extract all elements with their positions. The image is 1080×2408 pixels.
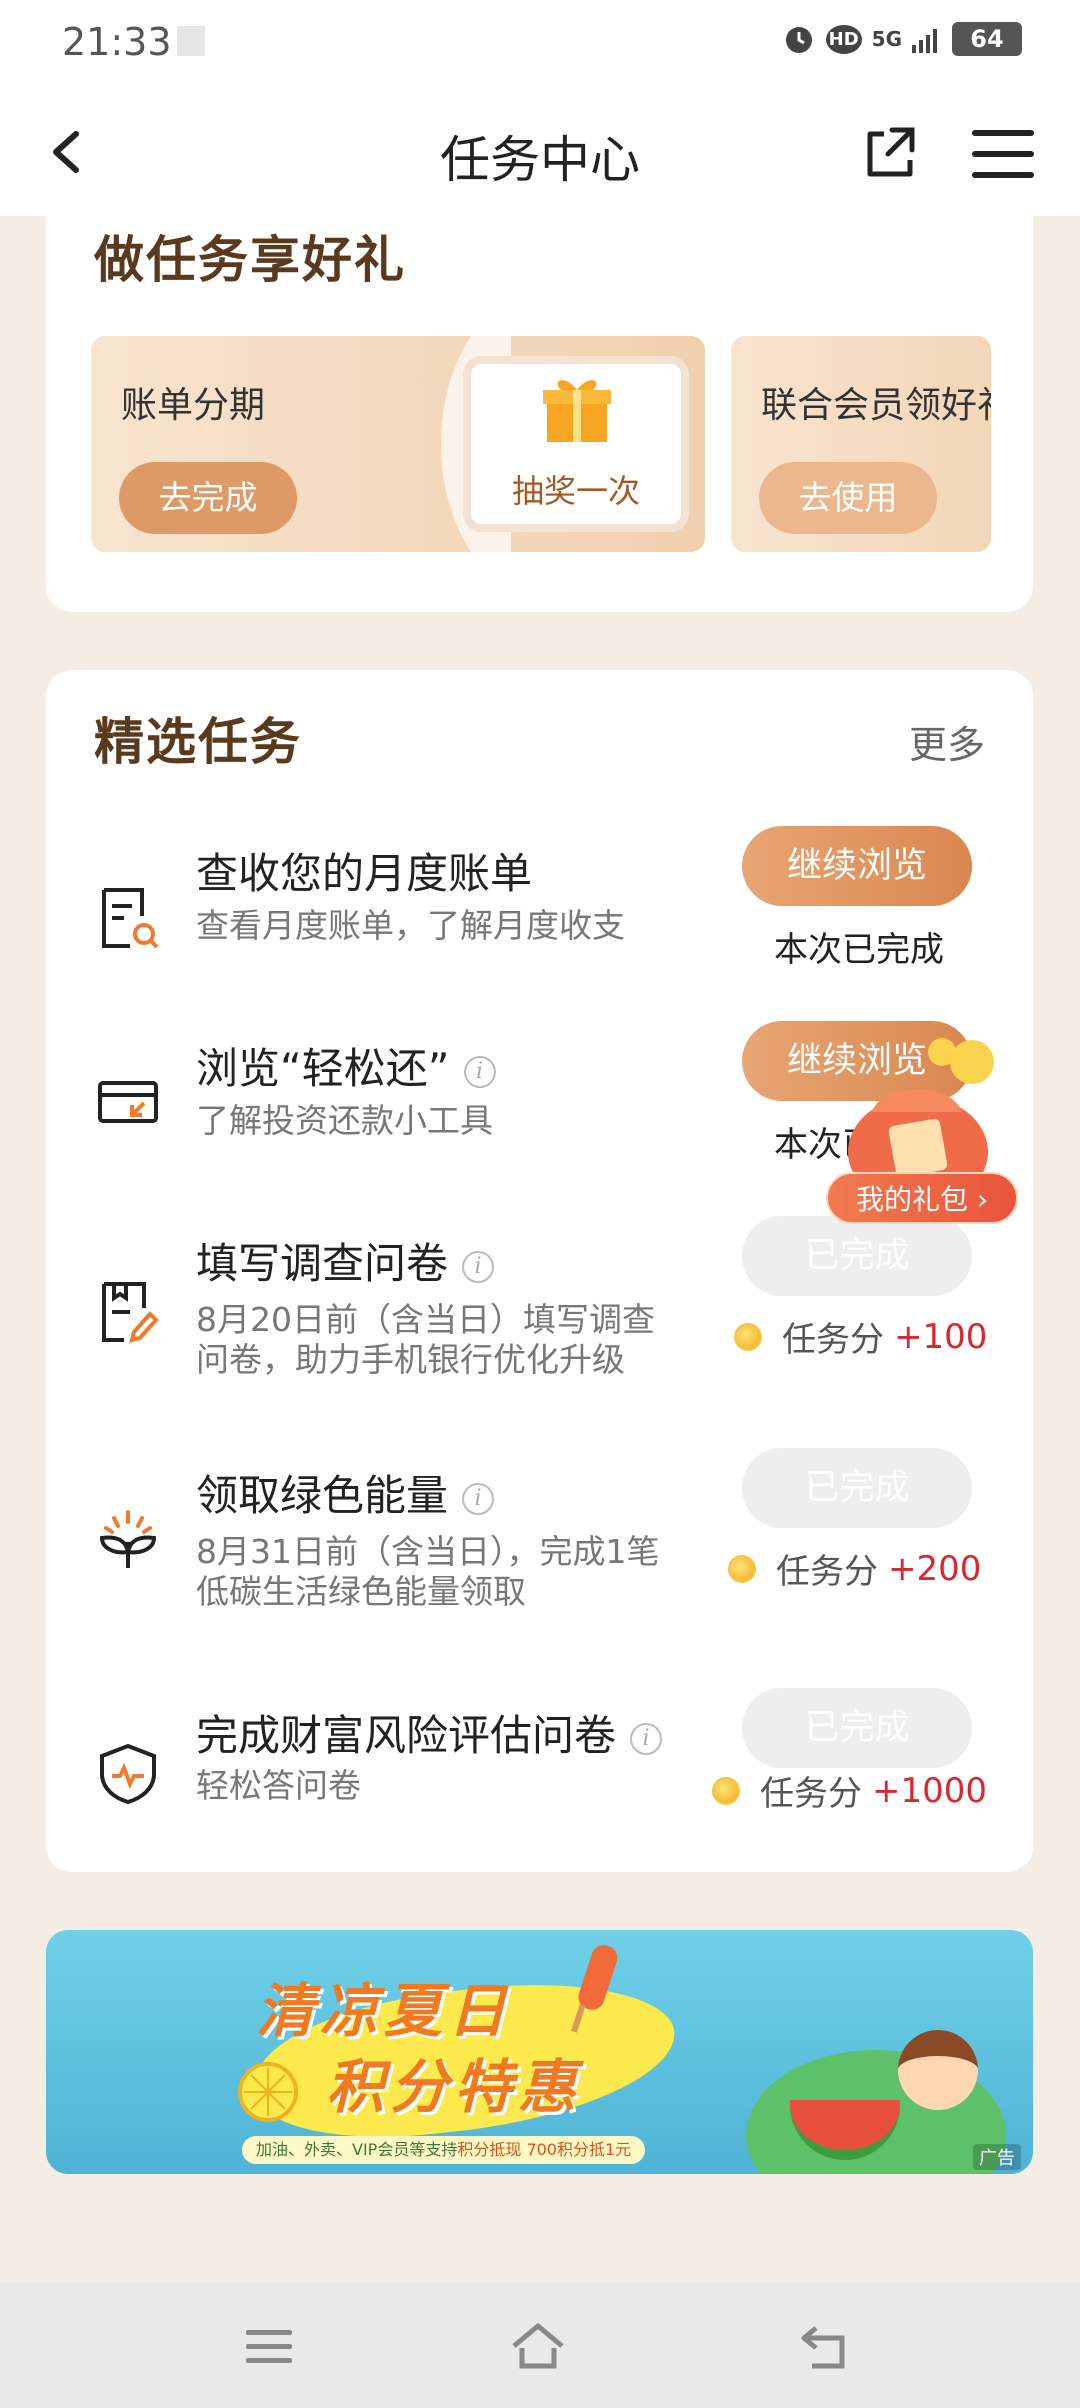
reward-value: +100 [894, 1316, 988, 1357]
system-nav-bar [0, 2282, 1080, 2408]
gift-task-card: 做任务享好礼 账单分期 去完成 抽奖一次 联合会员领好礼 去使用 [46, 200, 1033, 612]
task-title: 完成财富风险评估问卷 i [196, 1702, 663, 1763]
my-gift-pack-button[interactable]: 我的礼包 › [826, 1172, 1018, 1224]
gift-tile-name: 联合会员领好礼 [761, 385, 991, 426]
battery-icon: 64 [952, 22, 1022, 56]
banner-sub-prefix: 加油、外卖、VIP会员等支持 [256, 2140, 458, 2159]
hd-icon: HD [825, 24, 862, 54]
completed-button: 已完成 [742, 1688, 972, 1768]
task-title-text: 浏览“轻松还” [196, 1044, 450, 1093]
prize-text: 抽奖一次 [511, 472, 640, 510]
signal-bars-icon [912, 29, 937, 53]
promo-banner[interactable]: 清凉夏日 积分特惠 加油、外卖、VIP会员等支持积分抵现 700积分抵1元 广告 [46, 1930, 1033, 2174]
task-reward: 任务分 +1000 [712, 1766, 987, 1815]
gift-tile-installment[interactable]: 账单分期 去完成 抽奖一次 [91, 336, 705, 552]
task-desc: 轻松答问卷 [196, 1766, 361, 1805]
task-reward: 任务分 +200 [728, 1544, 981, 1593]
banner-title-line1: 清凉夏日 [256, 1977, 513, 2045]
shield-pulse-icon [100, 1743, 156, 1805]
ad-label: 广告 [973, 2144, 1021, 2170]
top-nav-bar: 任务中心 [0, 90, 1080, 216]
reward-value: +1000 [872, 1770, 988, 1811]
task-title: 填写调查问卷 i [196, 1230, 495, 1291]
task-title-text: 完成财富风险评估问卷 [196, 1711, 617, 1760]
task-desc: 8月20日前（含当日）填写调查问卷，助力手机银行优化升级 [196, 1300, 655, 1379]
more-link[interactable]: 更多 [909, 714, 985, 769]
bill-search-icon [102, 888, 159, 949]
coin-icon [712, 1776, 740, 1805]
menu-icon[interactable] [970, 126, 1036, 182]
task-title: 浏览“轻松还” i [196, 1035, 496, 1096]
completed-button: 已完成 [742, 1448, 972, 1528]
gift-section-title-text: 做任务享好礼 [94, 231, 406, 289]
kid-character [898, 2030, 978, 2110]
task-title-text: 填写调查问卷 [196, 1239, 449, 1288]
coin-icon [728, 1554, 756, 1583]
popsicle-icon [571, 1945, 618, 2033]
banner-sub-highlight: 积分抵现 [457, 2140, 522, 2159]
task-title: 领取绿色能量 i [196, 1462, 495, 1523]
go-use-button[interactable]: 去使用 [759, 462, 937, 534]
gift-section-title: 做任务享好礼 [88, 220, 408, 292]
featured-section-title-text: 精选任务 [94, 713, 302, 771]
card-cursor-icon [98, 1081, 158, 1123]
status-time: 21:33 [62, 20, 172, 64]
task-title: 查收您的月度账单 [196, 849, 533, 898]
info-icon[interactable]: i [463, 1055, 496, 1088]
info-icon[interactable]: i [462, 1250, 495, 1283]
gift-box-icon [543, 380, 611, 442]
home-icon[interactable] [508, 2318, 568, 2374]
banner-title-line2: 积分特惠 [326, 2053, 583, 2121]
banner-sub-highlight: 700积分抵1元 [526, 2140, 632, 2159]
info-icon[interactable]: i [630, 1722, 663, 1755]
gift-tile-name: 账单分期 [121, 385, 266, 426]
signal-5g-icon: 5G [871, 27, 902, 51]
prize-ticket: 抽奖一次 [471, 364, 681, 524]
alarm-icon [785, 27, 812, 53]
task-desc: 8月31日前（含当日），完成1笔低碳生活绿色能量领取 [196, 1532, 660, 1611]
info-icon[interactable]: i [462, 1482, 495, 1515]
notification-icon [177, 26, 205, 56]
completed-button: 已完成 [742, 1216, 972, 1296]
reward-label: 任务分 [776, 1552, 878, 1592]
coin-icon [734, 1322, 762, 1351]
task-title-text: 领取绿色能量 [196, 1471, 449, 1520]
recent-apps-icon[interactable] [240, 2318, 300, 2374]
task-reward: 任务分 +100 [734, 1312, 987, 1361]
back-icon[interactable] [796, 2318, 856, 2374]
sprout-icon [99, 1510, 157, 1568]
continue-browse-button[interactable]: 继续浏览 [742, 826, 972, 906]
task-desc: 查看月度账单，了解月度收支 [196, 906, 625, 945]
status-bar: 21:33 HD 5G 64 [0, 0, 1080, 90]
battery-level: 64 [970, 25, 1004, 53]
reward-label: 任务分 [760, 1774, 862, 1814]
reward-label: 任务分 [782, 1320, 884, 1360]
survey-pen-icon [102, 1282, 159, 1343]
task-status: 本次已完成 [774, 930, 944, 970]
featured-section-title: 精选任务 [88, 702, 302, 774]
gift-tile-membership[interactable]: 联合会员领好礼 去使用 [731, 336, 991, 552]
featured-task-card: 精选任务 更多 查收您的月度账单 查看月度账单，了解月度收支 继续浏览 本次已完… [46, 670, 1033, 1872]
status-icons: HD 5G 64 [782, 22, 1022, 56]
go-complete-button[interactable]: 去完成 [119, 462, 297, 534]
share-icon[interactable] [862, 122, 922, 182]
task-desc: 了解投资还款小工具 [196, 1101, 493, 1140]
lemon-icon [238, 2062, 298, 2122]
banner-subtitle: 加油、外卖、VIP会员等支持积分抵现 700积分抵1元 [242, 2136, 646, 2164]
reward-value: +200 [888, 1548, 982, 1589]
